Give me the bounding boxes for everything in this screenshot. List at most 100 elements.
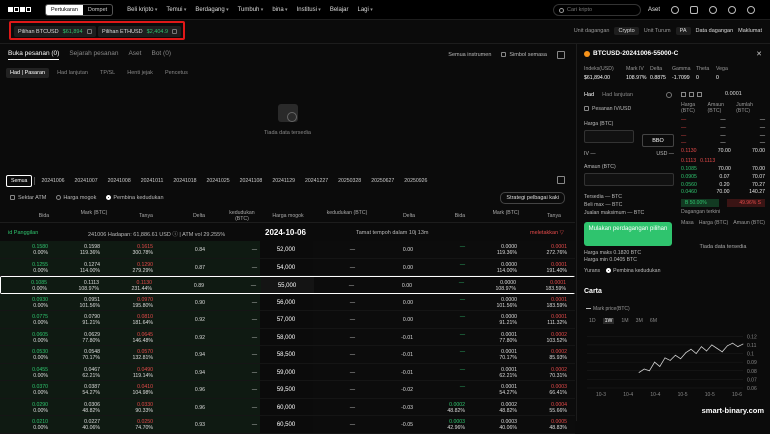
tab-limit-market[interactable]: Had | Pasaran	[6, 68, 50, 78]
tab-open-orders[interactable]: Buka pesanan (0)	[8, 50, 60, 60]
table-row[interactable]: 0.0775 0.00% 0.0790 91.21% 0.0810 181.64% 0.92…	[0, 311, 575, 329]
unit-select[interactable]: Crypto	[614, 27, 639, 35]
info-button[interactable]: Maklumat	[738, 28, 762, 34]
nav-trade[interactable]: Berdagang	[195, 7, 228, 13]
put-bid[interactable]: —	[460, 297, 465, 303]
nav-build[interactable]: bina	[272, 7, 287, 13]
table-row[interactable]: 0.1580 0.00% 0.1598 119.36% 0.1615 300.78% 0.8…	[0, 241, 575, 259]
asset-menu[interactable]: Aset	[648, 7, 660, 13]
builder-toggle[interactable]: Pembina kedudukan	[606, 268, 660, 274]
put-bid[interactable]: —	[460, 349, 465, 355]
date-tab[interactable]: 20250627	[367, 176, 398, 186]
book-asks-icon[interactable]	[697, 91, 702, 97]
current-symbol-check[interactable]: Simbol semasa	[501, 52, 547, 58]
put-bid[interactable]: —	[460, 262, 465, 268]
tab-assets[interactable]: Aset	[128, 50, 141, 60]
nav-institutional[interactable]: Institusi	[297, 7, 321, 13]
put-bid[interactable]: —	[460, 244, 465, 250]
puts-label[interactable]: meletakkan ▽	[530, 230, 564, 236]
orderbook-level[interactable]: 0.1085 70.00 70.00	[681, 166, 765, 174]
table-row[interactable]: 0.0210 0.00% 0.0227 40.06% 0.0250 74.70% 0.93—…	[0, 416, 575, 434]
builder-radio[interactable]: Pembina kedudukan	[106, 195, 164, 201]
orderbook-level[interactable]: 0.0460 70.00 140.27	[681, 189, 765, 197]
nav-buy-crypto[interactable]: Beli kripto	[127, 7, 157, 13]
download-icon[interactable]	[690, 6, 699, 14]
iv-order-toggle[interactable]: Pesanan IV/USD	[584, 106, 674, 112]
table-row[interactable]: 0.0605 0.00% 0.0629 77.80% 0.0645 146.48% 0.92…	[0, 328, 575, 346]
orderbook-level[interactable]: — — —	[681, 140, 765, 148]
date-tab[interactable]: 20241129	[268, 176, 299, 186]
book-both-icon[interactable]	[681, 91, 686, 97]
table-row[interactable]: 0.10850.00%0.1113108.97%0.1130231.44%0.8…	[0, 276, 576, 294]
atm-toggle[interactable]: Sektar ATM	[10, 195, 46, 201]
close-panel-icon[interactable]: ✕	[756, 50, 762, 58]
orderbook-level[interactable]: 0.0905 0.07 70.07	[681, 174, 765, 182]
tick-size-select[interactable]: 0.0001	[725, 91, 742, 97]
put-bid[interactable]: —	[460, 314, 465, 320]
orderbook-level[interactable]: — — —	[681, 125, 765, 133]
put-bid[interactable]: —	[460, 332, 465, 338]
date-tab[interactable]: 20241006	[37, 176, 68, 186]
period-1d[interactable]: 1D	[589, 318, 596, 324]
date-tab[interactable]: 20241018	[169, 176, 200, 186]
user-icon[interactable]	[671, 6, 680, 14]
fee-label[interactable]: Yurans	[584, 268, 600, 274]
nav-grow[interactable]: Tumbuh	[238, 7, 264, 13]
tab-trailing-stop[interactable]: Henti jejak	[123, 68, 157, 78]
put-bid[interactable]: —	[459, 280, 464, 286]
orderbook-level[interactable]: 0.1130 70.00 70.00	[681, 148, 765, 156]
date-tab[interactable]: 20250328	[334, 176, 365, 186]
period-1m[interactable]: 1M	[621, 318, 628, 324]
date-tab[interactable]: 20241108	[236, 176, 267, 186]
okx-logo[interactable]	[8, 7, 31, 12]
date-tab[interactable]: 20241025	[203, 176, 234, 186]
price-input[interactable]	[584, 130, 634, 143]
period-3m[interactable]: 3M	[636, 318, 643, 324]
start-options-trading-button[interactable]: Mulakan perdagangan pilihan	[584, 222, 672, 246]
globe-icon[interactable]	[747, 6, 756, 14]
table-row[interactable]: 0.0455 0.00% 0.0467 62.21% 0.0490 119.14% 0.94…	[0, 363, 575, 381]
date-tab[interactable]: 20241011	[137, 176, 168, 186]
tab-order-history[interactable]: Sejarah pesanan	[69, 50, 118, 60]
period-6m[interactable]: 6M	[650, 318, 657, 324]
info-icon[interactable]	[666, 92, 672, 98]
mark-price-chart[interactable]: 0.12 0.11 0.1 0.09 0.08 0.07 0.06 10-3 10-4 10-4 1…	[583, 328, 767, 400]
tab-advanced-limit[interactable]: Had lanjutan	[53, 68, 92, 78]
date-tab[interactable]: 20241007	[71, 176, 102, 186]
tab-bots[interactable]: Bot (0)	[151, 50, 171, 60]
tab-limit[interactable]: Had	[584, 92, 594, 98]
table-row[interactable]: 0.0370 0.00% 0.0387 54.27% 0.0410 104.98% 0.96…	[0, 381, 575, 399]
fullscreen-icon[interactable]	[557, 176, 565, 184]
table-row[interactable]: 0.1255 0.00% 0.1274 114.00% 0.1290 279.29% 0.8…	[0, 258, 575, 276]
date-tab[interactable]: 20241008	[104, 176, 135, 186]
instrument-name[interactable]: BTCUSD-20241006-55000-C	[593, 50, 678, 57]
instrument-filter[interactable]: Semua instrumen	[448, 52, 491, 58]
help-icon[interactable]	[728, 6, 737, 14]
date-tab-all[interactable]: Semua	[6, 175, 33, 187]
orderbook-level[interactable]: — — —	[681, 117, 765, 125]
expand-icon[interactable]	[557, 51, 565, 59]
search-input[interactable]: Cari kripto	[553, 4, 641, 16]
table-row[interactable]: 0.0530 0.00% 0.0548 70.17% 0.0570 132.81% 0.94…	[0, 346, 575, 364]
segment-exchange[interactable]: Pertukaran	[46, 4, 83, 15]
segment-wallet[interactable]: Dompet	[83, 5, 112, 15]
amount-input[interactable]	[584, 173, 674, 186]
put-bid[interactable]: —	[460, 367, 465, 373]
date-tab[interactable]: 20250926	[400, 176, 431, 186]
table-row[interactable]: 0.0930 0.00% 0.0951 101.56% 0.0970 195.80% 0.9…	[0, 293, 575, 311]
bbo-button[interactable]: BBO	[642, 134, 674, 147]
table-row[interactable]: 0.0290 0.00% 0.0306 48.82% 0.0330 90.33% 0.96—…	[0, 398, 575, 416]
tab-trigger[interactable]: Pencetus	[161, 68, 192, 78]
nav-discover[interactable]: Temui	[166, 7, 186, 13]
tab-advanced[interactable]: Had lanjutan	[602, 92, 633, 98]
orderbook-level[interactable]: 0.0560 0.20 70.27	[681, 182, 765, 190]
tab-tpsl[interactable]: TP/SL	[96, 68, 119, 78]
nav-learn[interactable]: Belajar	[330, 7, 349, 13]
multi-leg-strategy-button[interactable]: Strategi pelbagai kaki	[500, 192, 565, 204]
period-1w[interactable]: 1W	[602, 318, 615, 324]
date-tab[interactable]: 20241227	[301, 176, 332, 186]
strike-radio[interactable]: Harga mogok	[56, 195, 96, 201]
put-bid[interactable]: —	[460, 384, 465, 390]
book-bids-icon[interactable]	[689, 91, 694, 97]
orderbook-level[interactable]: — — —	[681, 133, 765, 141]
